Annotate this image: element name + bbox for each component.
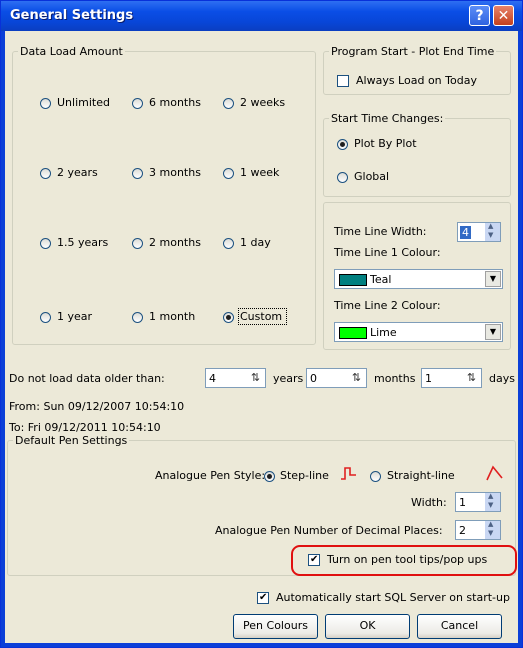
pen-style-label: Analogue Pen Style:	[155, 469, 266, 482]
always-load-label: Always Load on Today	[356, 74, 477, 87]
timeline-width-stepper[interactable]: 4	[457, 222, 501, 242]
pen-colours-button[interactable]: Pen Colours	[233, 614, 318, 639]
radio-1-week[interactable]	[223, 168, 234, 179]
radio-global[interactable]	[337, 172, 348, 183]
cancel-button[interactable]: Cancel	[417, 614, 502, 639]
radio-step-line-label: Step-line	[280, 469, 329, 482]
radio-2-weeks[interactable]	[223, 98, 234, 109]
pen-width-label: Width:	[411, 496, 447, 509]
custom-focus-ring	[238, 308, 287, 325]
days-stepper[interactable]: 1 ⇅	[421, 368, 482, 388]
radio-2-months-label: 2 months	[149, 236, 201, 249]
radio-6-months-label: 6 months	[149, 96, 201, 109]
radio-plot-by-plot[interactable]	[337, 139, 348, 150]
years-value: 4	[209, 372, 216, 385]
radio-1-day-label: 1 day	[240, 236, 271, 249]
timeline-width-value: 4	[460, 226, 471, 239]
radio-2-years-label: 2 years	[57, 166, 98, 179]
timeline2-colour-label: Time Line 2 Colour:	[334, 299, 441, 312]
title-bar[interactable]: General Settings ? ✕	[1, 1, 522, 31]
radio-1-month[interactable]	[132, 312, 143, 323]
radio-1-year[interactable]	[40, 312, 51, 323]
to-date: To: Fri 09/12/2011 10:54:10	[9, 421, 161, 434]
radio-3-months[interactable]	[132, 168, 143, 179]
window-title: General Settings	[10, 8, 134, 23]
months-value: 0	[310, 372, 317, 385]
older-than-label: Do not load data older than:	[9, 372, 165, 385]
teal-swatch	[339, 274, 367, 286]
radio-2-years[interactable]	[40, 168, 51, 179]
spin-arrows-icon[interactable]: ⇅	[463, 370, 480, 386]
pen-tooltips-label: Turn on pen tool tips/pop ups	[327, 553, 488, 566]
pen-width-value: 1	[459, 496, 466, 509]
radio-1-week-label: 1 week	[240, 166, 280, 179]
straight-line-icon	[486, 465, 503, 481]
program-start-group: Program Start - Plot End Time	[323, 45, 511, 95]
radio-3-months-label: 3 months	[149, 166, 201, 179]
sql-autostart-label: Automatically start SQL Server on start-…	[276, 591, 510, 604]
decimal-places-spin-buttons[interactable]	[485, 520, 500, 539]
years-stepper[interactable]: 4 ⇅	[205, 368, 266, 388]
radio-6-months[interactable]	[132, 98, 143, 109]
general-settings-window: General Settings ? ✕ Data Load Amount Un…	[0, 0, 523, 648]
timeline2-colour-select[interactable]: Lime ▼	[334, 322, 503, 342]
chevron-down-icon[interactable]: ▼	[485, 324, 501, 340]
radio-custom[interactable]	[223, 312, 234, 323]
chevron-down-icon[interactable]: ▼	[485, 271, 501, 287]
from-date: From: Sun 09/12/2007 10:54:10	[9, 400, 185, 413]
close-button[interactable]: ✕	[493, 5, 514, 26]
years-label: years	[273, 372, 304, 385]
timeline2-colour-value: Lime	[370, 326, 397, 339]
timeline-width-label: Time Line Width:	[334, 225, 427, 238]
data-load-legend: Data Load Amount	[20, 45, 123, 58]
step-line-icon	[341, 467, 356, 480]
timeline1-colour-value: Teal	[370, 273, 392, 286]
radio-global-label: Global	[354, 170, 390, 183]
radio-straight-line[interactable]	[370, 471, 381, 482]
radio-1-year-label: 1 year	[57, 310, 93, 323]
radio-straight-line-label: Straight-line	[387, 469, 455, 482]
radio-step-line[interactable]	[264, 471, 275, 482]
radio-1-5-years-label: 1.5 years	[57, 236, 109, 249]
always-load-checkbox[interactable]	[337, 75, 349, 87]
pen-width-spin-buttons[interactable]	[485, 492, 500, 511]
data-load-group: Data Load Amount	[12, 45, 316, 345]
ok-button[interactable]: OK	[325, 614, 410, 639]
pen-width-stepper[interactable]: 1	[455, 492, 501, 512]
months-stepper[interactable]: 0 ⇅	[306, 368, 367, 388]
decimal-places-value: 2	[459, 524, 466, 537]
pen-settings-legend: Default Pen Settings	[15, 434, 128, 447]
program-start-legend: Program Start - Plot End Time	[331, 45, 495, 58]
dialog-body: Data Load Amount Unlimited 6 months 2 we…	[5, 31, 518, 643]
radio-1-day[interactable]	[223, 238, 234, 249]
start-time-legend: Start Time Changes:	[331, 112, 444, 125]
radio-2-months[interactable]	[132, 238, 143, 249]
radio-1-5-years[interactable]	[40, 238, 51, 249]
radio-unlimited[interactable]	[40, 98, 51, 109]
months-label: months	[374, 372, 416, 385]
radio-1-month-label: 1 month	[149, 310, 196, 323]
decimal-places-label: Analogue Pen Number of Decimal Places:	[215, 524, 443, 537]
decimal-places-stepper[interactable]: 2	[455, 520, 501, 540]
timeline1-colour-label: Time Line 1 Colour:	[334, 246, 441, 259]
spin-arrows-icon[interactable]: ⇅	[247, 370, 264, 386]
start-time-group: Start Time Changes:	[323, 112, 511, 197]
spin-arrows-icon[interactable]: ⇅	[348, 370, 365, 386]
help-button[interactable]: ?	[469, 5, 490, 26]
pen-tooltips-checkbox[interactable]	[308, 554, 320, 566]
timeline1-colour-select[interactable]: Teal ▼	[334, 269, 503, 289]
days-value: 1	[425, 372, 432, 385]
radio-2-weeks-label: 2 weeks	[240, 96, 286, 109]
sql-autostart-checkbox[interactable]	[257, 592, 269, 604]
radio-unlimited-label: Unlimited	[57, 96, 110, 109]
radio-plot-by-plot-label: Plot By Plot	[354, 137, 417, 150]
days-label: days	[489, 372, 515, 385]
timeline-width-spin-buttons[interactable]	[485, 222, 500, 241]
lime-swatch	[339, 327, 367, 339]
